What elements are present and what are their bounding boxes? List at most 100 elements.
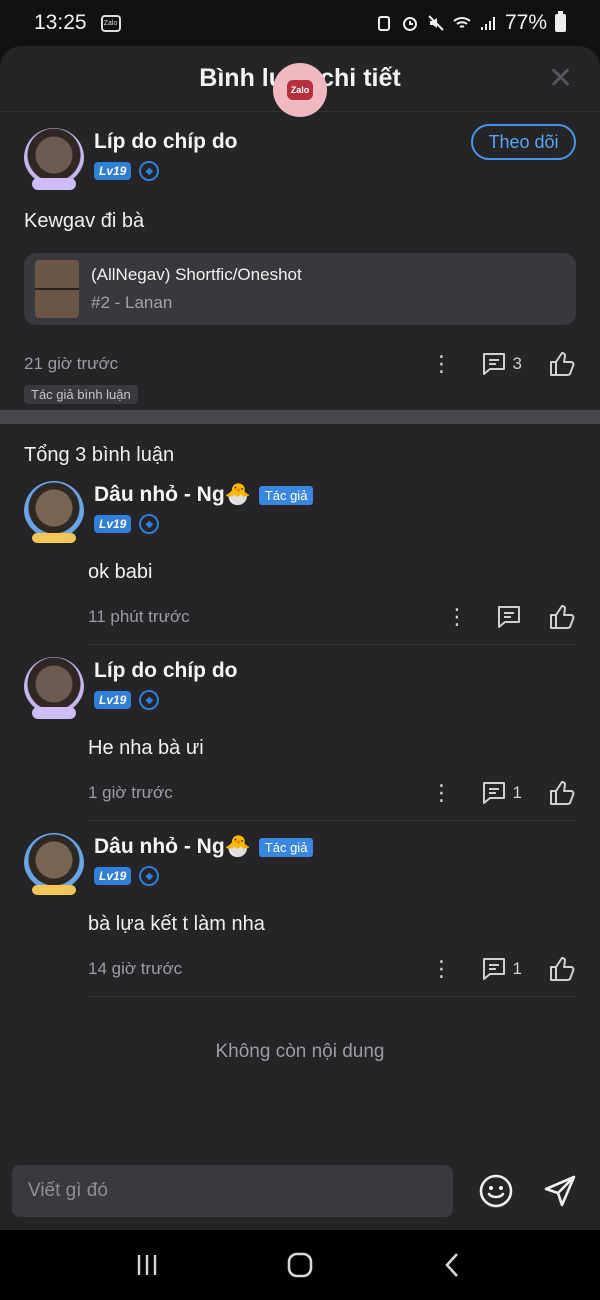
author-badges: Lv19 ◆ bbox=[94, 161, 237, 181]
comment-divider bbox=[88, 996, 576, 997]
more-options-icon[interactable]: ⋮ bbox=[431, 353, 453, 375]
status-bar: 13:25 Zalo 77% bbox=[0, 0, 600, 46]
thumbs-up-icon bbox=[550, 957, 575, 981]
back-icon[interactable] bbox=[439, 1251, 467, 1279]
post-time: 21 giờ trước bbox=[24, 354, 119, 373]
thumbs-up-icon bbox=[550, 352, 575, 376]
comment-item: Dâu nhỏ - Ng🐣 Tác giả Lv19 ◆ ok babi 11 … bbox=[24, 481, 576, 645]
status-time: 13:25 bbox=[34, 11, 87, 34]
comment-text: bà lựa kết t làm nha bbox=[88, 913, 265, 935]
comment-author-label: Dâu nhỏ - Ng🐣 bbox=[94, 483, 251, 506]
reply-count: 1 bbox=[512, 783, 522, 802]
like-button[interactable] bbox=[548, 350, 576, 378]
comment-icon bbox=[482, 958, 505, 980]
emoji-button[interactable] bbox=[475, 1170, 517, 1212]
comment-meta-row: 14 giờ trước ⋮ 1 bbox=[88, 954, 576, 984]
post-text: Kewgav đi bà bbox=[24, 210, 145, 232]
story-chapter: #2 - Lanan bbox=[91, 293, 173, 312]
gem-badge-icon: ◆ bbox=[139, 690, 160, 710]
comment-author-label: Líp do chíp do bbox=[94, 659, 238, 682]
system-navigation-bar bbox=[0, 1230, 600, 1300]
post-author-info: Líp do chíp do Lv19 ◆ bbox=[94, 128, 237, 181]
author-tag: Tác giả bbox=[258, 485, 314, 505]
battery-percentage: 77% bbox=[504, 11, 547, 34]
recycle-icon bbox=[377, 16, 390, 31]
comment-author-name[interactable]: Líp do chíp do bbox=[94, 659, 237, 683]
comment-actions: ⋮ 1 bbox=[431, 779, 576, 807]
comment-actions: ⋮ 1 bbox=[431, 955, 576, 983]
story-title: (AllNegav) Shortfic/Oneshot bbox=[91, 265, 302, 284]
like-button[interactable] bbox=[548, 779, 576, 807]
post-meta-row: 21 giờ trước ⋮ 3 bbox=[24, 349, 576, 379]
comment-input[interactable] bbox=[12, 1165, 453, 1217]
alarm-icon bbox=[402, 17, 417, 31]
zalo-notification-icon: Zalo bbox=[100, 14, 121, 32]
story-info: (AllNegav) Shortfic/Oneshot #2 - Lanan bbox=[91, 265, 302, 313]
end-of-content-note: Không còn nội dung bbox=[215, 1041, 385, 1062]
send-button[interactable] bbox=[539, 1170, 581, 1212]
section-divider bbox=[0, 410, 600, 424]
reply-button[interactable]: 1 bbox=[481, 956, 522, 982]
thumbs-up-icon bbox=[550, 781, 575, 805]
avatar[interactable] bbox=[24, 481, 84, 543]
level-badge: Lv19 bbox=[94, 162, 132, 180]
comment-item: Líp do chíp do Lv19 ◆ He nha bà ưi 1 giờ… bbox=[24, 657, 576, 821]
comment-text: ok babi bbox=[88, 561, 153, 583]
author-badges: Lv19 ◆ bbox=[94, 866, 313, 886]
comment-icon bbox=[482, 782, 505, 804]
close-button[interactable]: ✕ bbox=[548, 64, 573, 94]
comment-text: He nha bà ưi bbox=[88, 737, 204, 759]
comment-author-row: Líp do chíp do Lv19 ◆ bbox=[24, 657, 576, 719]
more-options-icon[interactable]: ⋮ bbox=[446, 606, 468, 628]
comment-time: 1 giờ trước bbox=[88, 783, 173, 802]
comment-count: 3 bbox=[512, 354, 522, 373]
post-author-name[interactable]: Líp do chíp do bbox=[94, 130, 237, 154]
avatar[interactable] bbox=[24, 128, 84, 190]
author-badges: Lv19 ◆ bbox=[94, 514, 313, 534]
comment-input-bar bbox=[0, 1152, 600, 1230]
thumbs-up-icon bbox=[550, 605, 575, 629]
comment-detail-sheet: Bình luận chi tiết Zalo ✕ Líp do chíp do… bbox=[0, 46, 600, 1230]
comment-item: Dâu nhỏ - Ng🐣 Tác giả Lv19 ◆ bà lựa kết … bbox=[24, 833, 576, 997]
wifi-icon bbox=[453, 17, 471, 28]
comment-author-name[interactable]: Dâu nhỏ - Ng🐣 Tác giả bbox=[94, 483, 314, 507]
zalo-chat-bubble[interactable]: Zalo bbox=[273, 63, 327, 117]
like-button[interactable] bbox=[548, 955, 576, 983]
reply-count: 1 bbox=[512, 959, 522, 978]
home-icon[interactable] bbox=[286, 1251, 314, 1279]
original-post: Líp do chíp do Lv19 ◆ Theo dõi Kewgav đi… bbox=[0, 112, 600, 410]
comment-author-name[interactable]: Dâu nhỏ - Ng🐣 Tác giả bbox=[94, 835, 314, 859]
more-options-icon[interactable]: ⋮ bbox=[431, 958, 453, 980]
mute-icon bbox=[428, 15, 444, 31]
comment-author-row: Dâu nhỏ - Ng🐣 Tác giả Lv19 ◆ bbox=[24, 833, 576, 895]
reply-button[interactable]: 3 bbox=[481, 351, 522, 377]
comment-meta-row: 11 phút trước ⋮ bbox=[88, 602, 576, 632]
gem-badge-icon: ◆ bbox=[139, 161, 160, 181]
author-badges: Lv19 ◆ bbox=[94, 690, 237, 710]
status-icons: 77% bbox=[375, 11, 566, 35]
recent-apps-icon[interactable] bbox=[133, 1251, 161, 1279]
more-options-icon[interactable]: ⋮ bbox=[431, 782, 453, 804]
reply-button[interactable] bbox=[496, 604, 522, 630]
comment-actions: ⋮ bbox=[446, 603, 576, 631]
comment-icon bbox=[482, 353, 505, 375]
gem-badge-icon: ◆ bbox=[139, 866, 160, 886]
comment-icon bbox=[498, 606, 520, 628]
send-icon bbox=[544, 1175, 576, 1207]
comment-body: He nha bà ưi 1 giờ trước ⋮ 1 bbox=[88, 737, 576, 808]
comment-divider bbox=[88, 644, 576, 645]
author-comment-tag: Tác giả bình luận bbox=[24, 385, 138, 404]
avatar[interactable] bbox=[24, 657, 84, 719]
comment-time: 14 giờ trước bbox=[88, 959, 183, 978]
follow-button[interactable]: Theo dõi bbox=[471, 124, 576, 160]
reply-button[interactable]: 1 bbox=[481, 780, 522, 806]
author-tag: Tác giả bbox=[258, 837, 314, 857]
comments-section: Tổng 3 bình luận Dâu nhỏ - Ng🐣 Tác giả L… bbox=[0, 424, 600, 1063]
post-actions: ⋮ 3 bbox=[431, 350, 576, 378]
avatar[interactable] bbox=[24, 833, 84, 895]
level-badge: Lv19 bbox=[94, 691, 132, 709]
comment-author-row: Dâu nhỏ - Ng🐣 Tác giả Lv19 ◆ bbox=[24, 481, 576, 543]
like-button[interactable] bbox=[548, 603, 576, 631]
story-card[interactable]: (AllNegav) Shortfic/Oneshot #2 - Lanan bbox=[24, 253, 576, 325]
smiley-icon bbox=[479, 1174, 513, 1208]
